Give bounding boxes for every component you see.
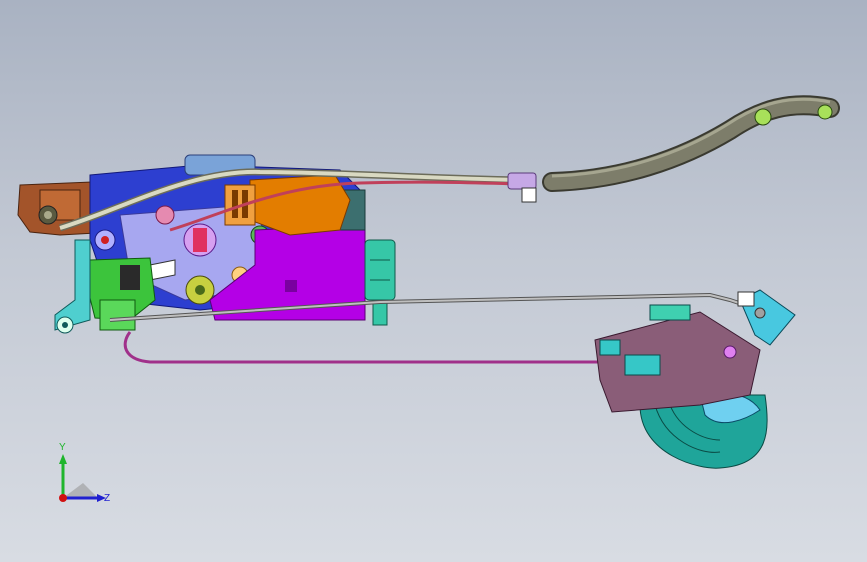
- z-axis-label: Z: [104, 493, 110, 504]
- cad-viewport[interactable]: Y Z: [0, 0, 867, 562]
- assembly-model[interactable]: [0, 0, 867, 562]
- y-axis-label: Y: [59, 442, 66, 453]
- cable-conduit[interactable]: [542, 95, 840, 192]
- electrical-connector[interactable]: [364, 239, 396, 326]
- cable-clip[interactable]: [507, 172, 537, 203]
- origin-marker: [59, 494, 67, 502]
- outside-handle-assembly[interactable]: [594, 289, 796, 469]
- orientation-triad: Y Z: [59, 442, 110, 504]
